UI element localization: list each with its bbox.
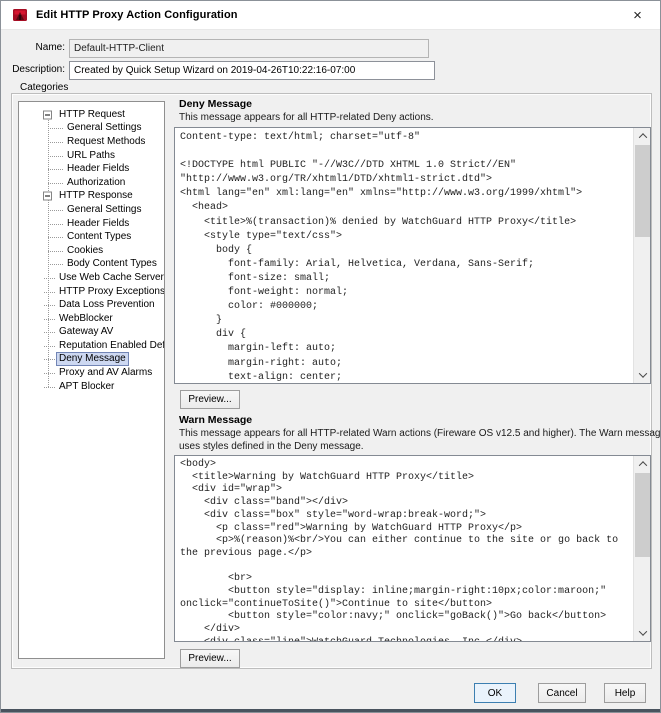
tree-item-label: Header Fields — [65, 163, 131, 175]
scroll-down-icon[interactable] — [634, 625, 651, 641]
ok-button[interactable]: OK — [474, 683, 516, 703]
tree-connector — [48, 210, 63, 211]
tree-item-label: HTTP Proxy Exceptions — [57, 286, 165, 298]
description-field[interactable]: Created by Quick Setup Wizard on 2019-04… — [69, 61, 435, 80]
tree-connector — [48, 224, 63, 225]
name-field: Default-HTTP-Client — [69, 39, 429, 58]
tree-connector — [48, 142, 63, 143]
collapse-icon[interactable] — [43, 110, 52, 119]
deny-message-editor: Content-type: text/html; charset="utf-8"… — [174, 127, 651, 384]
deny-message-textarea[interactable]: Content-type: text/html; charset="utf-8"… — [175, 128, 633, 383]
tree-item-authorization[interactable]: Authorization — [19, 176, 164, 190]
tree-item-label: Data Loss Prevention — [57, 299, 157, 311]
tree-item-reputation-enabled-defense[interactable]: Reputation Enabled Defense — [19, 339, 164, 353]
tree-item-general-settings[interactable]: General Settings — [19, 122, 164, 136]
deny-message-heading: Deny Message — [179, 98, 252, 110]
tree-item-header-fields[interactable]: Header Fields — [19, 162, 164, 176]
tree-item-label: Deny Message — [57, 353, 128, 365]
tree-item-label: Header Fields — [65, 218, 131, 230]
tree-connector — [48, 237, 63, 238]
tree-item-content-types[interactable]: Content Types — [19, 230, 164, 244]
warn-message-heading: Warn Message — [179, 414, 252, 426]
tree-item-label: WebBlocker — [57, 313, 115, 325]
tree-connector — [48, 169, 63, 170]
tree-item-label: Body Content Types — [65, 258, 159, 270]
tree-item-general-settings[interactable]: General Settings — [19, 203, 164, 217]
tree-item-apt-blocker[interactable]: APT Blocker — [19, 380, 164, 394]
tree-item-label: Proxy and AV Alarms — [57, 367, 154, 379]
tree-item-label: HTTP Request — [57, 109, 127, 121]
warn-preview-button[interactable]: Preview... — [180, 649, 240, 668]
title-bar: Edit HTTP Proxy Action Configuration × — [1, 1, 660, 30]
tree-item-label: Use Web Cache Server — [57, 272, 165, 284]
tree-item-label: APT Blocker — [57, 381, 116, 393]
watchguard-app-icon — [12, 7, 28, 23]
tree-item-gateway-av[interactable]: Gateway AV — [19, 326, 164, 340]
tree-item-label: Authorization — [65, 177, 127, 189]
warn-message-subtitle: This message appears for all HTTP-relate… — [179, 428, 661, 453]
tree-connector — [44, 387, 55, 388]
deny-preview-button[interactable]: Preview... — [180, 390, 240, 409]
tree-connector — [44, 359, 55, 360]
deny-message-subtitle: This message appears for all HTTP-relate… — [179, 112, 434, 125]
scroll-down-icon[interactable] — [634, 367, 651, 383]
tree-connector — [48, 128, 63, 129]
tree-connector — [44, 305, 55, 306]
deny-scrollbar-thumb[interactable] — [635, 145, 650, 237]
tree-item-label: URL Paths — [65, 150, 117, 162]
tree-item-url-paths[interactable]: URL Paths — [19, 149, 164, 163]
help-button[interactable]: Help — [604, 683, 646, 703]
tree-connector — [44, 319, 55, 320]
tree-item-proxy-and-av-alarms[interactable]: Proxy and AV Alarms — [19, 366, 164, 380]
tree-item-label: HTTP Response — [57, 190, 135, 202]
tree-connector — [48, 264, 63, 265]
warn-scrollbar[interactable] — [633, 456, 650, 641]
scroll-up-icon[interactable] — [634, 128, 651, 144]
window-title: Edit HTTP Proxy Action Configuration — [36, 9, 238, 21]
edit-http-proxy-action-dialog: Edit HTTP Proxy Action Configuration × N… — [0, 0, 661, 713]
tree-item-label: Gateway AV — [57, 326, 115, 338]
cancel-button[interactable]: Cancel — [538, 683, 586, 703]
tree-connector — [48, 156, 63, 157]
tree-item-deny-message[interactable]: Deny Message — [19, 353, 164, 367]
scroll-up-icon[interactable] — [634, 456, 651, 472]
tree-item-webblocker[interactable]: WebBlocker — [19, 312, 164, 326]
window-bottom-edge — [1, 709, 660, 712]
tree-connector — [44, 278, 55, 279]
tree-item-http-proxy-exceptions[interactable]: HTTP Proxy Exceptions — [19, 285, 164, 299]
categories-tree: HTTP RequestGeneral SettingsRequest Meth… — [19, 102, 164, 393]
tree-item-cookies[interactable]: Cookies — [19, 244, 164, 258]
collapse-icon[interactable] — [43, 192, 52, 201]
categories-group-label: Categories — [17, 82, 71, 93]
tree-connector — [44, 292, 55, 293]
tree-item-data-loss-prevention[interactable]: Data Loss Prevention — [19, 298, 164, 312]
tree-connector — [48, 251, 63, 252]
tree-connector — [44, 332, 55, 333]
tree-item-label: General Settings — [65, 122, 144, 134]
tree-item-label: Cookies — [65, 245, 105, 257]
deny-scrollbar[interactable] — [633, 128, 650, 383]
tree-item-label: Reputation Enabled Defense — [57, 340, 165, 352]
tree-connector — [44, 373, 55, 374]
tree-item-use-web-cache-server[interactable]: Use Web Cache Server — [19, 271, 164, 285]
tree-item-body-content-types[interactable]: Body Content Types — [19, 258, 164, 272]
tree-item-request-methods[interactable]: Request Methods — [19, 135, 164, 149]
tree-connector — [44, 346, 55, 347]
tree-connector — [48, 183, 63, 184]
description-label: Description: — [9, 64, 65, 75]
tree-item-http-response[interactable]: HTTP Response — [19, 190, 164, 204]
close-icon[interactable]: × — [615, 1, 660, 30]
warn-message-textarea[interactable]: <body> <title>Warning by WatchGuard HTTP… — [175, 456, 633, 641]
tree-item-label: Content Types — [65, 231, 133, 243]
tree-item-http-request[interactable]: HTTP Request — [19, 108, 164, 122]
warn-message-editor: <body> <title>Warning by WatchGuard HTTP… — [174, 455, 651, 642]
tree-item-label: Request Methods — [65, 136, 147, 148]
warn-scrollbar-thumb[interactable] — [635, 473, 650, 557]
name-label: Name: — [9, 42, 65, 53]
tree-item-header-fields[interactable]: Header Fields — [19, 217, 164, 231]
tree-item-label: General Settings — [65, 204, 144, 216]
categories-tree-panel[interactable]: HTTP RequestGeneral SettingsRequest Meth… — [18, 101, 165, 659]
